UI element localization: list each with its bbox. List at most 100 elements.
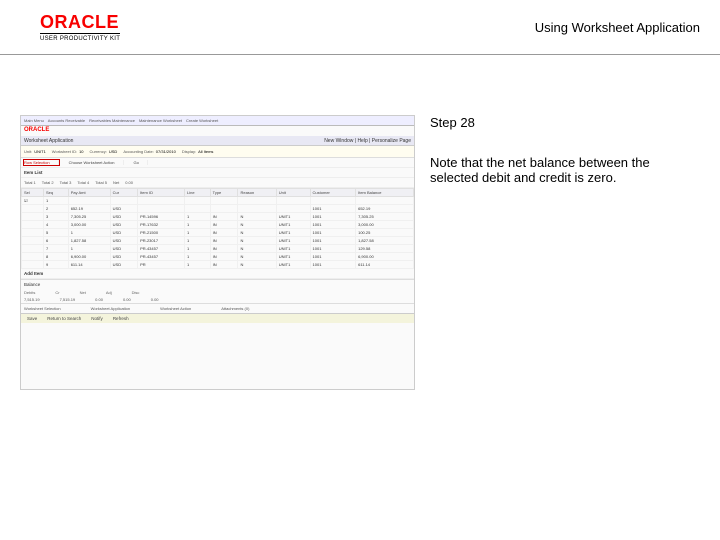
bal-h-adj: Adj [106, 290, 112, 295]
row-selection: Row Selection Choose Worksheet Action Go [21, 158, 414, 168]
totals-row: Total 1 Total 2 Total 3 Total 4 Total 5 … [21, 178, 414, 188]
app-logo: ORACLE [21, 126, 414, 136]
cell-pay: 1,827.58 [68, 237, 110, 245]
item-list-header: Item List [21, 168, 414, 178]
balance-col-headers: Debits Cr Net Adj Disc [21, 289, 414, 296]
col-header: Sel [22, 189, 44, 197]
cell-cust: 1001 [310, 261, 356, 269]
control-panel: Unit:UNIT1 Worksheet ID:10 Currency:USD … [21, 146, 414, 158]
cell-cust: 1001 [310, 205, 356, 213]
cell-reason: N [238, 237, 276, 245]
bal-cr: 7,515.19 [60, 297, 76, 302]
link-ws-sel[interactable]: Worksheet Selection [24, 306, 61, 311]
choose-action-label: Choose Worksheet Action [69, 160, 124, 165]
cell-line: 1 [184, 237, 210, 245]
bottom-bar: Save Return to Search Notify Refresh [21, 313, 414, 323]
step-label: Step 28 [430, 115, 700, 130]
oracle-logo: ORACLE USER PRODUCTIVITY KIT [40, 12, 120, 42]
footer-links: Worksheet Selection Worksheet Applicatio… [21, 303, 414, 313]
cell-line: 1 [184, 245, 210, 253]
total5: Total 5 [95, 180, 107, 185]
cell-reason: N [238, 261, 276, 269]
cell-line: 1 [184, 221, 210, 229]
cell-cur: USD [110, 229, 137, 237]
cell-pay: 6,900.00 [68, 253, 110, 261]
bal-h-cr: Cr [55, 290, 59, 295]
cell-type: IN [210, 253, 238, 261]
acct-date-value: 07/31/2010 [156, 149, 176, 154]
balance-header: Balance [21, 279, 414, 289]
cell-type: IN [210, 261, 238, 269]
cell-sel [22, 205, 44, 213]
col-header: Item ID [138, 189, 185, 197]
col-header: Cur [110, 189, 137, 197]
refresh-button[interactable]: Refresh [110, 316, 132, 321]
bal-net: 0.00 [95, 297, 103, 302]
total4: Total 4 [77, 180, 89, 185]
cell-seq: 2 [43, 205, 68, 213]
cell-item: PR-43457 [138, 245, 185, 253]
link-attach[interactable]: Attachments (0) [221, 306, 249, 311]
cell-type: IN [210, 237, 238, 245]
cell-pay: 1 [68, 245, 110, 253]
cell-bal: 129.58 [356, 245, 414, 253]
document-title: Using Worksheet Application [535, 20, 700, 35]
content-area: Main Menu Accounts Receivable Receivable… [0, 55, 720, 390]
cell-sel [22, 245, 44, 253]
cell-type: IN [210, 245, 238, 253]
go-button[interactable]: Go [134, 160, 148, 165]
cell-pay: 1 [68, 229, 110, 237]
balance-values: 7,515.19 7,515.19 0.00 0.00 0.00 [21, 296, 414, 303]
table-row: 61,827.58USDPR-230171INNUNIT110011,827.5… [22, 237, 414, 245]
cell-seq: 1 [43, 197, 68, 205]
col-header: Reason [238, 189, 276, 197]
cell-cur: USD [110, 213, 137, 221]
cell-item [138, 197, 185, 205]
brand-text: ORACLE [40, 12, 120, 33]
cell-cust: 1001 [310, 237, 356, 245]
cell-cust: 1001 [310, 229, 356, 237]
cell-cust: 1001 [310, 221, 356, 229]
cell-sel [22, 253, 44, 261]
cell-seq: 5 [43, 229, 68, 237]
link-ws-action[interactable]: Worksheet Action [160, 306, 191, 311]
cell-line [184, 197, 210, 205]
cell-unit: UNIT1 [276, 237, 310, 245]
ws-id-value: 10 [79, 149, 83, 154]
cell-reason: N [238, 213, 276, 221]
cell-line: 1 [184, 261, 210, 269]
app-brand: ORACLE [24, 127, 49, 133]
display-value: All Items [198, 149, 213, 154]
table-row: 2652.19USD1001652.19 [22, 205, 414, 213]
currency-value: USD [109, 149, 117, 154]
context-links: New Window | Help | Personalize Page [324, 138, 411, 144]
notify-button[interactable]: Notify [88, 316, 106, 321]
save-button[interactable]: Save [24, 316, 40, 321]
cell-unit: UNIT1 [276, 253, 310, 261]
net-label: Net [113, 180, 119, 185]
cell-item: PR-23017 [138, 237, 185, 245]
cell-seq: 7 [43, 245, 68, 253]
cell-sel [22, 261, 44, 269]
crumb-main: Main Menu [24, 118, 44, 123]
cell-seq: 3 [43, 213, 68, 221]
add-item-button[interactable]: Add Item [21, 269, 414, 279]
cell-reason: N [238, 253, 276, 261]
cell-pay: 611.14 [68, 261, 110, 269]
cell-sel: ☑ [22, 197, 44, 205]
return-button[interactable]: Return to Search [44, 316, 84, 321]
total2: Total 2 [42, 180, 54, 185]
table-row: 43,000.00USDPR-176321INNUNIT110013,000.0… [22, 221, 414, 229]
cell-type: IN [210, 213, 238, 221]
row-selection-label: Row Selection [24, 160, 59, 165]
cell-bal: 7,305.25 [356, 213, 414, 221]
link-ws-app[interactable]: Worksheet Application [91, 306, 131, 311]
cell-cust: 1001 [310, 253, 356, 261]
cell-cust: 1001 [310, 245, 356, 253]
cell-pay: 652.19 [68, 205, 110, 213]
crumb-ar: Accounts Receivable [48, 118, 85, 123]
table-row: 51USDPR-215001INNUNIT11001100.25 [22, 229, 414, 237]
unit-value: UNIT1 [34, 149, 46, 154]
col-header: Line [184, 189, 210, 197]
cell-unit: UNIT1 [276, 245, 310, 253]
